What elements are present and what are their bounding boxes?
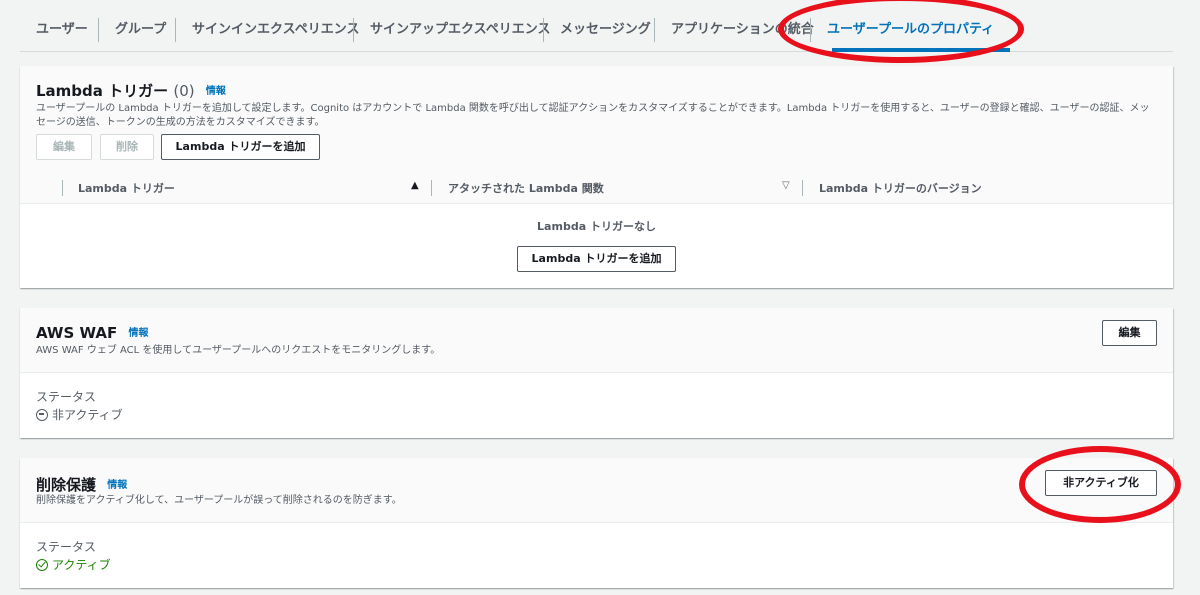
column-separator (62, 180, 63, 196)
deletion-protection-panel: 削除保護 情報 削除保護をアクティブ化して、ユーザープールが誤って削除されるのを… (20, 458, 1173, 588)
empty-state-text: Lambda トリガーなし (537, 220, 656, 233)
sort-ascending-icon[interactable]: ▲ (411, 180, 419, 191)
lambda-triggers-description: ユーザープールの Lambda トリガーを追加して設定します。Cognito は… (36, 103, 1150, 128)
waf-status-label: ステータス (36, 390, 97, 404)
aws-waf-description: AWS WAF ウェブ ACL を使用してユーザープールへのリクエストをモニタリ… (36, 345, 441, 356)
tab-messaging[interactable]: メッセージング (543, 18, 667, 42)
sort-descending-icon[interactable]: ▽ (782, 180, 790, 191)
lambda-triggers-header: Lambda トリガー (0) 情報 ユーザープールの Lambda トリガーを… (20, 66, 1173, 172)
waf-status-text: 非アクティブ (52, 408, 123, 422)
tab-app-integration[interactable]: アプリケーションの統合 (654, 18, 830, 42)
tab-users[interactable]: ユーザー (20, 18, 104, 42)
tab-user-pool-properties[interactable]: ユーザープールのプロパティ (810, 18, 1010, 42)
deletion-protection-title: 削除保護 情報 (36, 474, 127, 495)
tab-groups[interactable]: グループ (98, 18, 182, 42)
lambda-triggers-panel: Lambda トリガー (0) 情報 ユーザープールの Lambda トリガーを… (20, 66, 1173, 288)
check-circle-icon (36, 558, 48, 571)
column-header-function[interactable]: アタッチされた Lambda 関数 (448, 180, 604, 196)
delete-trigger-button[interactable]: 削除 (100, 134, 154, 160)
waf-status-value: 非アクティブ (36, 406, 123, 423)
add-lambda-trigger-button[interactable]: Lambda トリガーを追加 (161, 134, 320, 160)
tab-signin-experience[interactable]: サインインエクスペリエンス (175, 18, 375, 42)
minus-circle-icon (36, 408, 48, 421)
active-tab-indicator (832, 48, 1010, 52)
add-lambda-trigger-empty-button[interactable]: Lambda トリガーを追加 (517, 246, 676, 272)
column-separator (802, 180, 803, 196)
deletion-status-value: アクティブ (36, 556, 111, 573)
deletion-protection-title-text: 削除保護 (36, 476, 97, 494)
deletion-status-label: ステータス (36, 540, 97, 554)
aws-waf-title-text: AWS WAF (36, 324, 118, 342)
column-header-trigger[interactable]: Lambda トリガー (78, 180, 175, 196)
edit-trigger-button[interactable]: 編集 (36, 134, 92, 160)
column-header-version[interactable]: Lambda トリガーのバージョン (819, 180, 982, 196)
waf-info-link[interactable]: 情報 (128, 328, 148, 339)
aws-waf-panel: AWS WAF 情報 AWS WAF ウェブ ACL を使用してユーザープールへ… (20, 308, 1173, 438)
tab-bar: ユーザー グループ サインインエクスペリエンス サインアップエクスペリエンス メ… (20, 0, 1173, 52)
lambda-info-link[interactable]: 情報 (206, 86, 226, 97)
lambda-triggers-title-text: Lambda トリガー (36, 82, 169, 100)
deletion-status-text: アクティブ (52, 558, 111, 572)
deletion-protection-description: 削除保護をアクティブ化して、ユーザープールが誤って削除されるのを防ぎます。 (36, 495, 402, 506)
aws-waf-header: AWS WAF 情報 AWS WAF ウェブ ACL を使用してユーザープールへ… (20, 308, 1173, 373)
lambda-triggers-count: (0) (173, 82, 195, 100)
edit-waf-button[interactable]: 編集 (1102, 320, 1157, 346)
deletion-info-link[interactable]: 情報 (107, 480, 127, 491)
lambda-triggers-title: Lambda トリガー (0) 情報 (36, 80, 226, 101)
deletion-protection-header: 削除保護 情報 削除保護をアクティブ化して、ユーザープールが誤って削除されるのを… (20, 458, 1173, 523)
aws-waf-title: AWS WAF 情報 (36, 324, 148, 342)
column-separator (431, 180, 432, 196)
lambda-table-header: Lambda トリガー ▲ アタッチされた Lambda 関数 ▽ Lambda… (20, 172, 1173, 204)
tab-signup-experience[interactable]: サインアップエクスペリエンス (353, 18, 566, 42)
deactivate-button[interactable]: 非アクティブ化 (1045, 470, 1157, 496)
